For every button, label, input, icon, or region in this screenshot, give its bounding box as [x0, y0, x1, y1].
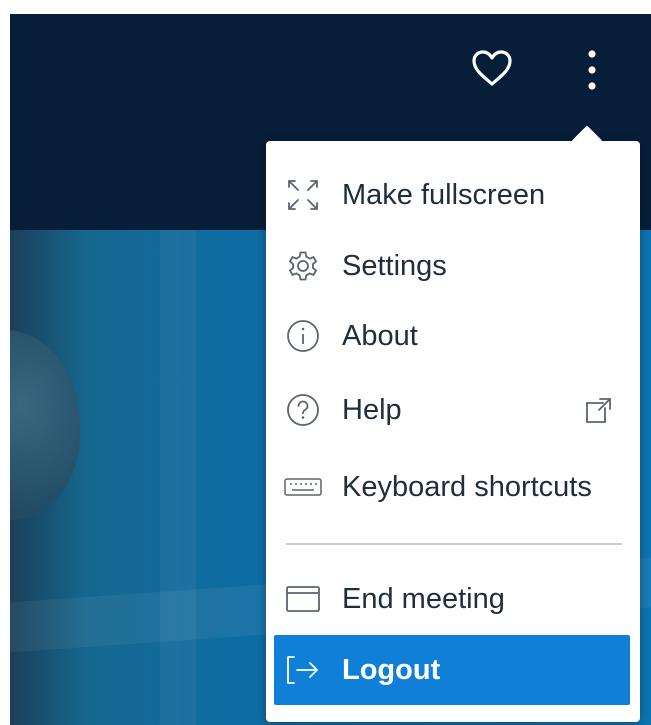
window-icon: [280, 579, 326, 619]
menu-item-settings[interactable]: Settings: [274, 231, 630, 301]
more-options-button[interactable]: [570, 44, 614, 96]
menu-item-label: End meeting: [342, 582, 505, 615]
menu-item-label: Make fullscreen: [342, 178, 546, 211]
video-background-stripe: [160, 230, 196, 725]
menu-item-label: Logout: [342, 653, 441, 686]
menu-item-end-meeting[interactable]: End meeting: [274, 564, 630, 634]
participant-video: [10, 330, 80, 520]
keyboard-icon: [280, 467, 326, 507]
heart-icon: [472, 50, 512, 86]
menu-item-make-fullscreen[interactable]: Make fullscreen: [274, 160, 630, 230]
fullscreen-icon: [280, 175, 326, 215]
gear-icon: [280, 246, 326, 286]
options-menu: Make fullscreen Settings About Help Keyb…: [266, 125, 640, 722]
favorite-button[interactable]: [465, 44, 519, 92]
menu-item-keyboard-shortcuts[interactable]: Keyboard shortcuts: [274, 452, 630, 522]
menu-item-logout[interactable]: Logout: [274, 635, 630, 705]
logout-icon: [280, 650, 326, 690]
vertical-ellipsis-icon: [588, 50, 596, 90]
menu-item-label: Settings: [342, 249, 447, 282]
help-icon: [280, 390, 326, 430]
external-link-icon: [580, 392, 616, 428]
info-icon: [280, 316, 326, 356]
menu-item-label: Keyboard shortcuts: [342, 470, 592, 503]
menu-divider: [286, 543, 622, 545]
menu-item-about[interactable]: About: [274, 301, 630, 371]
menu-item-label: About: [342, 319, 418, 352]
menu-item-label: Help: [342, 393, 402, 426]
menu-item-help[interactable]: Help: [274, 375, 630, 445]
